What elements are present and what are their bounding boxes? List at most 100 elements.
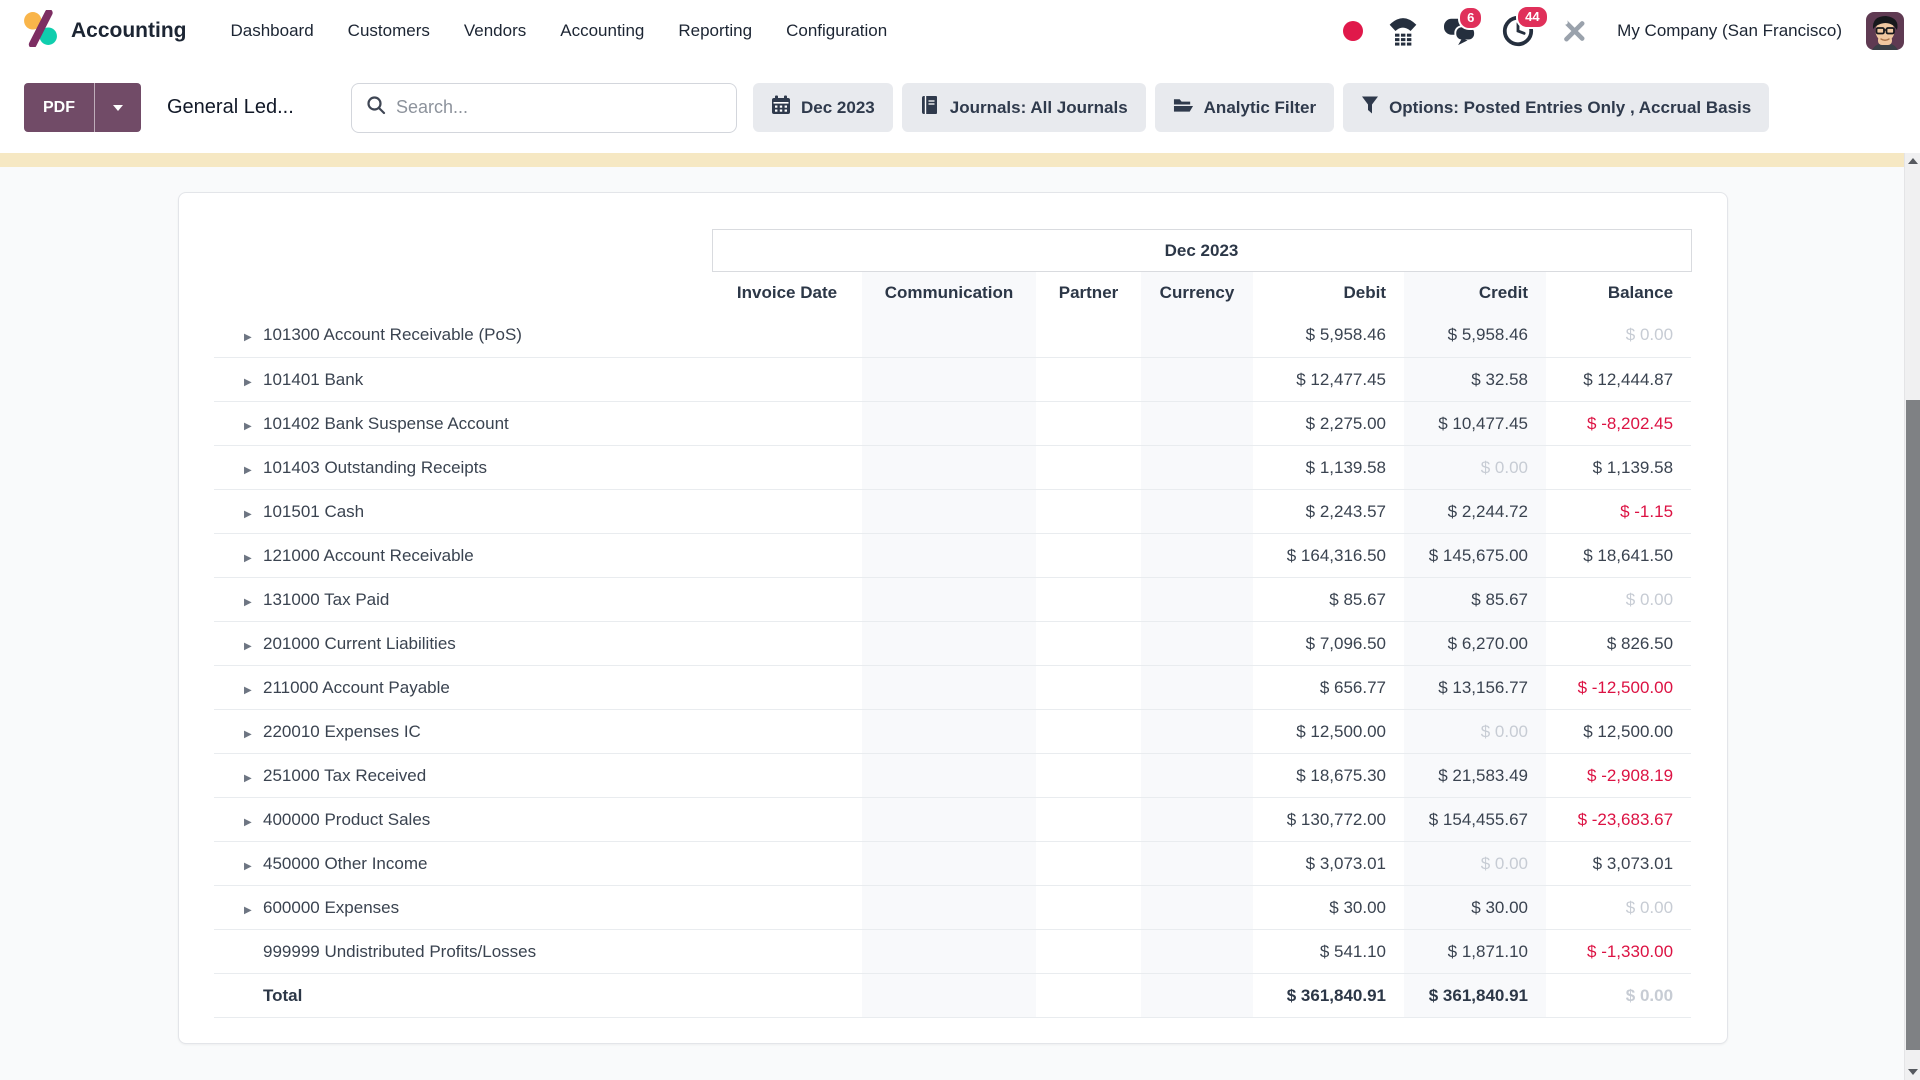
account-name: 101501 Cash — [263, 502, 364, 521]
pdf-button[interactable]: PDF — [24, 83, 94, 132]
col-balance: Balance — [1546, 272, 1691, 314]
journals-filter-button[interactable]: Journals: All Journals — [902, 83, 1146, 132]
expand-caret-icon[interactable]: ▶ — [244, 377, 263, 388]
scrollbar-thumb[interactable] — [1906, 400, 1920, 1050]
account-name: 220010 Expenses IC — [263, 722, 421, 741]
menu-dashboard[interactable]: Dashboard — [231, 21, 314, 41]
tools-icon[interactable] — [1559, 16, 1589, 46]
menu-customers[interactable]: Customers — [348, 21, 430, 41]
filter-funnel-icon — [1361, 95, 1379, 120]
expand-caret-icon[interactable]: ▶ — [244, 332, 263, 343]
communication-cell — [862, 402, 1036, 446]
menu-accounting[interactable]: Accounting — [560, 21, 644, 41]
table-row[interactable]: ▶400000 Product Sales $ 130,772.00 $ 154… — [214, 798, 1691, 842]
currency-cell — [1141, 622, 1253, 666]
report-card: Dec 2023 Invoice Date Communication Part… — [178, 192, 1728, 1044]
balance-value: $ -1,330.00 — [1546, 930, 1691, 974]
table-row[interactable]: ▶201000 Current Liabilities $ 7,096.50 $… — [214, 622, 1691, 666]
systray: 6 44 My Company (San Francisco) — [1343, 12, 1904, 50]
search-input[interactable] — [396, 97, 722, 118]
phone-icon[interactable] — [1387, 15, 1419, 47]
table-row[interactable]: ▶101402 Bank Suspense Account $ 2,275.00… — [214, 402, 1691, 446]
communication-cell — [862, 314, 1036, 358]
debit-value: $ 7,096.50 — [1253, 622, 1404, 666]
currency-cell — [1141, 798, 1253, 842]
invoice-date-cell — [712, 842, 862, 886]
record-indicator-icon[interactable] — [1343, 21, 1363, 41]
table-total-row[interactable]: ▶Total $ 361,840.91 $ 361,840.91 $ 0.00 — [214, 974, 1691, 1018]
menu-vendors[interactable]: Vendors — [464, 21, 526, 41]
expand-caret-icon[interactable]: ▶ — [244, 641, 263, 652]
balance-value: $ -1.15 — [1546, 490, 1691, 534]
partner-cell — [1036, 578, 1141, 622]
expand-caret-icon[interactable]: ▶ — [244, 861, 263, 872]
report-content-area: Dec 2023 Invoice Date Communication Part… — [0, 167, 1920, 1080]
scroll-up-arrow-icon[interactable] — [1908, 158, 1918, 164]
expand-caret-icon[interactable]: ▶ — [244, 465, 263, 476]
debit-value: $ 2,275.00 — [1253, 402, 1404, 446]
expand-caret-icon[interactable]: ▶ — [244, 597, 263, 608]
account-name: 211000 Account Payable — [263, 678, 450, 697]
expand-caret-icon[interactable]: ▶ — [244, 553, 263, 564]
credit-value: $ 154,455.67 — [1404, 798, 1546, 842]
table-row[interactable]: ▶121000 Account Receivable $ 164,316.50 … — [214, 534, 1691, 578]
messages-badge: 6 — [1458, 6, 1483, 30]
pdf-dropdown-button[interactable] — [94, 83, 141, 132]
expand-caret-icon[interactable]: ▶ — [244, 905, 263, 916]
expand-caret-icon[interactable]: ▶ — [244, 773, 263, 784]
currency-cell — [1141, 534, 1253, 578]
expand-caret-icon[interactable]: ▶ — [244, 685, 263, 696]
col-partner: Partner — [1036, 272, 1141, 314]
table-row[interactable]: ▶999999 Undistributed Profits/Losses $ 5… — [214, 930, 1691, 974]
table-row[interactable]: ▶251000 Tax Received $ 18,675.30 $ 21,58… — [214, 754, 1691, 798]
table-row[interactable]: ▶101403 Outstanding Receipts $ 1,139.58 … — [214, 446, 1691, 490]
table-row[interactable]: ▶101501 Cash $ 2,243.57 $ 2,244.72 $ -1.… — [214, 490, 1691, 534]
credit-value: $ 85.67 — [1404, 578, 1546, 622]
company-selector[interactable]: My Company (San Francisco) — [1617, 21, 1842, 41]
table-row[interactable]: ▶101300 Account Receivable (PoS) $ 5,958… — [214, 314, 1691, 358]
user-avatar[interactable] — [1866, 12, 1904, 50]
analytic-filter-button[interactable]: Analytic Filter — [1155, 83, 1334, 132]
balance-value: $ 1,139.58 — [1546, 446, 1691, 490]
app-name: Accounting — [71, 19, 187, 43]
currency-cell — [1141, 842, 1253, 886]
table-row[interactable]: ▶211000 Account Payable $ 656.77 $ 13,15… — [214, 666, 1691, 710]
communication-cell — [862, 842, 1036, 886]
partner-cell — [1036, 446, 1141, 490]
top-navbar: Accounting Dashboard Customers Vendors A… — [0, 0, 1920, 62]
expand-caret-icon[interactable]: ▶ — [244, 509, 263, 520]
expand-caret-icon[interactable]: ▶ — [244, 729, 263, 740]
debit-value: $ 85.67 — [1253, 578, 1404, 622]
communication-cell — [862, 490, 1036, 534]
debit-value: $ 3,073.01 — [1253, 842, 1404, 886]
table-row[interactable]: ▶450000 Other Income $ 3,073.01 $ 0.00 $… — [214, 842, 1691, 886]
options-filter-label: Options: Posted Entries Only , Accrual B… — [1389, 98, 1751, 118]
debit-value: $ 130,772.00 — [1253, 798, 1404, 842]
report-title: General Led... — [167, 96, 329, 119]
table-row[interactable]: ▶600000 Expenses $ 30.00 $ 30.00 $ 0.00 — [214, 886, 1691, 930]
currency-cell — [1141, 314, 1253, 358]
account-name: Total — [263, 986, 302, 1005]
partner-cell — [1036, 490, 1141, 534]
date-filter-button[interactable]: Dec 2023 — [753, 83, 893, 132]
col-credit: Credit — [1404, 272, 1546, 314]
expand-caret-icon[interactable]: ▶ — [244, 421, 263, 432]
table-row[interactable]: ▶101401 Bank $ 12,477.45 $ 32.58 $ 12,44… — [214, 358, 1691, 402]
period-header-row: Dec 2023 — [214, 230, 1691, 272]
table-row[interactable]: ▶220010 Expenses IC $ 12,500.00 $ 0.00 $… — [214, 710, 1691, 754]
scroll-down-arrow-icon[interactable] — [1908, 1069, 1918, 1075]
activities-clock-icon[interactable]: 44 — [1501, 14, 1535, 48]
menu-reporting[interactable]: Reporting — [678, 21, 752, 41]
communication-cell — [862, 886, 1036, 930]
vertical-scrollbar[interactable] — [1904, 153, 1920, 1080]
app-switcher[interactable]: Accounting — [22, 10, 187, 52]
options-filter-button[interactable]: Options: Posted Entries Only , Accrual B… — [1343, 83, 1769, 132]
communication-cell — [862, 622, 1036, 666]
menu-configuration[interactable]: Configuration — [786, 21, 887, 41]
search-box[interactable] — [351, 83, 737, 133]
messages-icon[interactable]: 6 — [1443, 15, 1477, 47]
partner-cell — [1036, 842, 1141, 886]
expand-caret-icon[interactable]: ▶ — [244, 817, 263, 828]
table-row[interactable]: ▶131000 Tax Paid $ 85.67 $ 85.67 $ 0.00 — [214, 578, 1691, 622]
balance-value: $ -12,500.00 — [1546, 666, 1691, 710]
